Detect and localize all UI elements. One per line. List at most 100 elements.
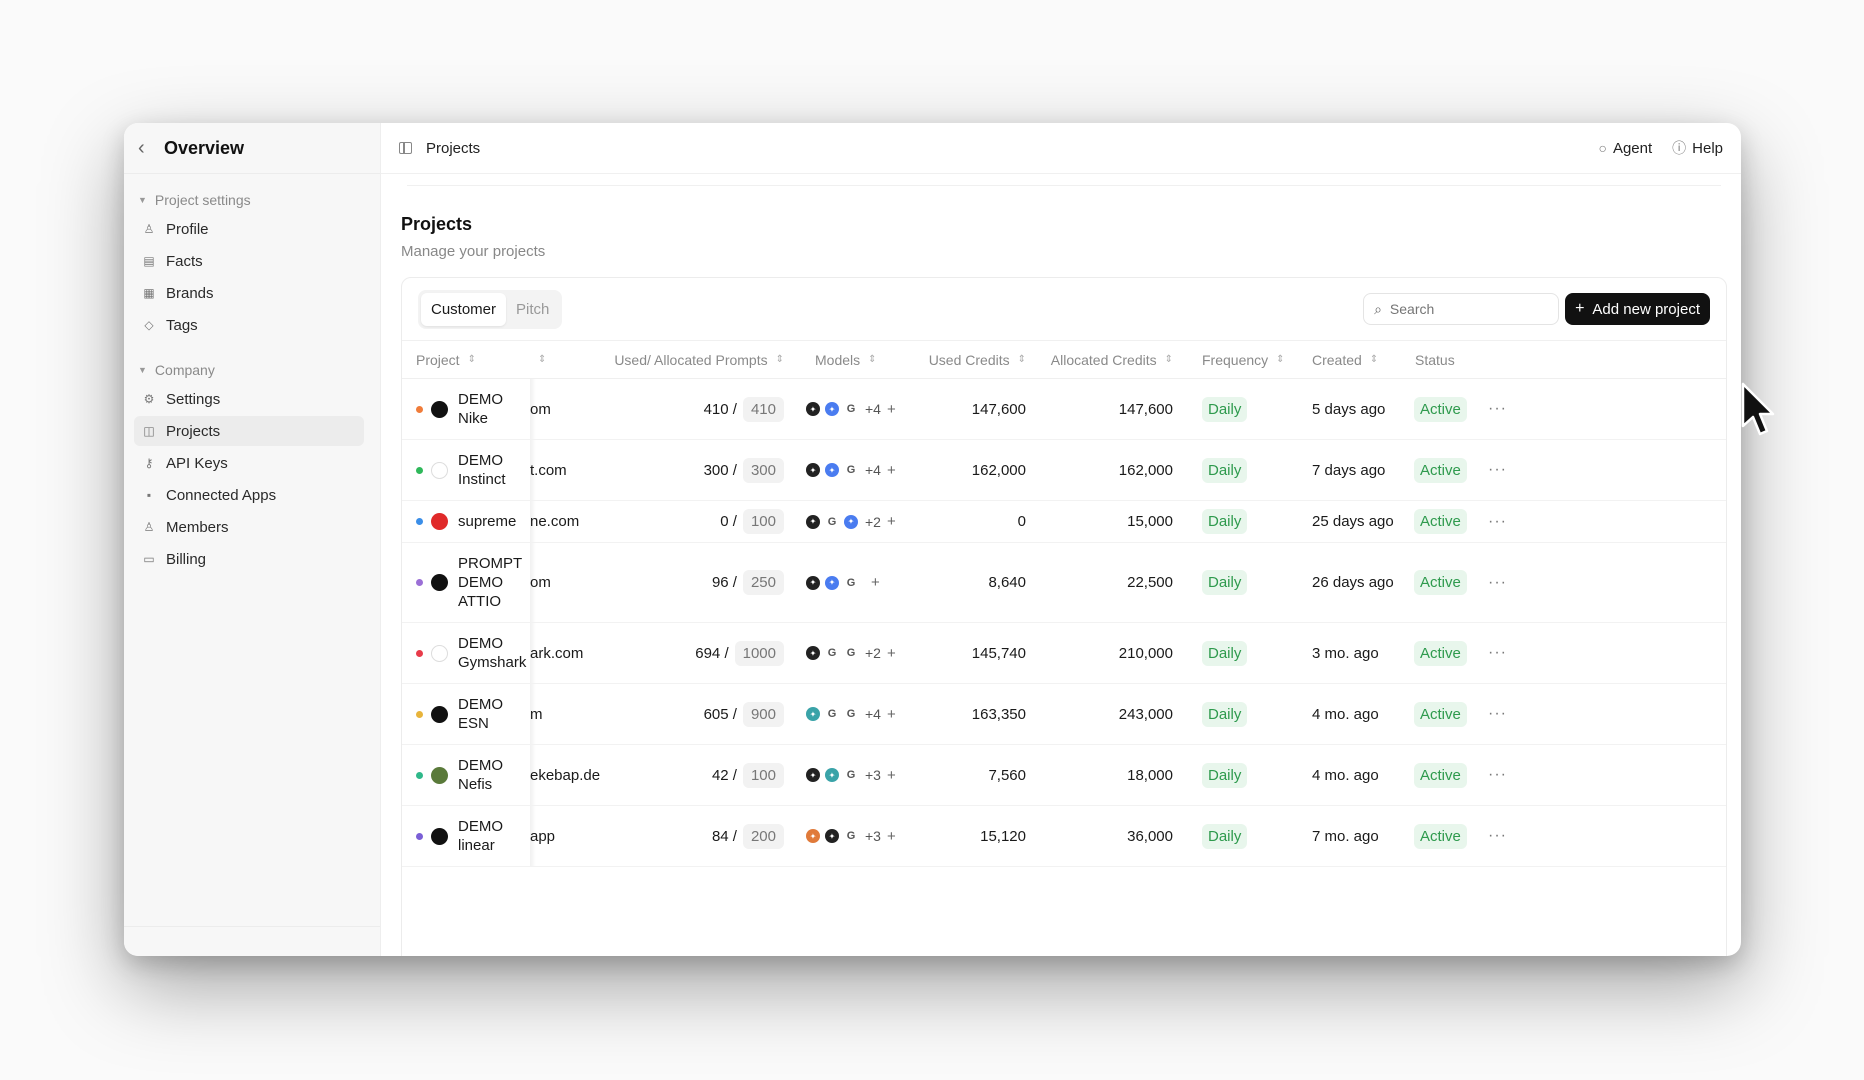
add-model-icon[interactable]: + [887, 462, 896, 479]
status-cell: Active [1414, 440, 1467, 500]
sidebar-item-members[interactable]: ♙ Members [134, 512, 364, 542]
project-cell[interactable]: DEMO Nike [416, 379, 526, 439]
models-cell[interactable]: ✦ ✦ G +3 + [806, 806, 916, 866]
more-actions-icon[interactable]: ··· [1488, 684, 1507, 744]
models-more-count: +4 [865, 462, 881, 478]
col-prompts[interactable]: Used/ Allocated Prompts ⇕ [614, 352, 784, 368]
sidebar-item-connected-apps[interactable]: ▪ Connected Apps [134, 480, 364, 510]
table-row[interactable]: DEMO Gymshark ark.com 694 / 1000 ✦ G G +2 … [402, 623, 1726, 684]
models-more-count: +3 [865, 828, 881, 844]
search-box[interactable]: ⌕ [1363, 293, 1560, 325]
chevron-left-icon[interactable]: ‹ [138, 137, 160, 160]
col-allocated-credits[interactable]: Allocated Credits ⇕ [1051, 352, 1173, 368]
allocated-prompts-input[interactable]: 300 [742, 457, 784, 483]
project-cell[interactable]: DEMO Gymshark [416, 623, 526, 683]
table-row[interactable]: PROMPT DEMO ATTIO om 96 / 250 ✦ ✦ G + 8,64… [402, 543, 1726, 623]
col-project[interactable]: Project ⇕ [416, 352, 476, 368]
col-created[interactable]: Created ⇕ [1312, 352, 1378, 368]
sidebar-item-projects[interactable]: ◫ Projects [134, 416, 364, 446]
more-actions-icon[interactable]: ··· [1488, 501, 1507, 542]
sidebar-group: ▼ Project settings ♙ Profile ▤ Facts ▦ Brands ◇ T… [124, 188, 380, 340]
help-button[interactable]: ⓘ Help [1672, 138, 1723, 158]
sidebar-footer[interactable] [124, 926, 380, 956]
col-status[interactable]: Status [1415, 352, 1455, 368]
status-badge: Active [1414, 640, 1467, 666]
sidebar-item-tags[interactable]: ◇ Tags [134, 310, 364, 340]
model-icon: ✦ [825, 768, 839, 782]
project-cell[interactable]: DEMO Instinct [416, 440, 526, 500]
models-cell[interactable]: ✦ ✦ G +4 + [806, 440, 916, 500]
allocated-prompts-input[interactable]: 100 [742, 509, 784, 534]
project-cell[interactable]: DEMO linear [416, 806, 526, 866]
frequency-badge: Daily [1202, 701, 1248, 727]
col-used-credits[interactable]: Used Credits ⇕ [929, 352, 1026, 368]
allocated-prompts-input[interactable]: 410 [742, 396, 784, 422]
page-header: Projects Manage your projects [401, 214, 545, 260]
project-name: DEMO ESN [458, 696, 503, 732]
add-model-icon[interactable]: + [887, 706, 896, 723]
project-cell[interactable]: DEMO Nefis [416, 745, 526, 805]
sidebar-item-billing[interactable]: ▭ Billing [134, 544, 364, 574]
sidebar-item-settings[interactable]: ⚙ Settings [134, 384, 364, 414]
more-actions-icon[interactable]: ··· [1488, 543, 1507, 622]
table-row[interactable]: DEMO Nike om 410 / 410 ✦ ✦ G +4 + 147,600 … [402, 379, 1726, 440]
table-row[interactable]: DEMO ESN m 605 / 900 ✦ G G +4 + 163,350 24… [402, 684, 1726, 745]
models-cell[interactable]: ✦ G G +4 + [806, 684, 916, 744]
add-model-icon[interactable]: + [887, 767, 896, 784]
more-actions-icon[interactable]: ··· [1488, 745, 1507, 805]
allocated-prompts-input[interactable]: 1000 [734, 640, 784, 666]
add-model-icon[interactable]: + [887, 828, 896, 845]
add-project-button[interactable]: + Add new project [1565, 293, 1710, 325]
sidebar-group-label[interactable]: ▼ Project settings [124, 188, 380, 212]
sidebar-item-facts[interactable]: ▤ Facts [134, 246, 364, 276]
models-cell[interactable]: ✦ G G +2 + [806, 623, 916, 683]
more-actions-icon[interactable]: ··· [1488, 440, 1507, 500]
more-actions-icon[interactable]: ··· [1488, 806, 1507, 866]
table-row[interactable]: DEMO Instinct t.com 300 / 300 ✦ ✦ G +4 + 1… [402, 440, 1726, 501]
sidebar-item-label: Projects [166, 422, 221, 440]
add-model-icon[interactable]: + [887, 401, 896, 418]
project-cell[interactable]: PROMPT DEMO ATTIO [416, 543, 526, 622]
models-cell[interactable]: ✦ G ✦ +2 + [806, 501, 916, 542]
table-row[interactable]: supreme ne.com 0 / 100 ✦ G ✦ +2 + 0 15,000… [402, 501, 1726, 543]
col-domain[interactable]: ⇕ [530, 354, 546, 365]
models-cell[interactable]: ✦ ✦ G +4 + [806, 379, 916, 439]
frequency-cell: Daily [1202, 379, 1248, 439]
table-row[interactable]: DEMO Nefis ekebap.de 42 / 100 ✦ ✦ G +3 + 7… [402, 745, 1726, 806]
search-input[interactable] [1389, 301, 1530, 317]
project-cell[interactable]: supreme [416, 501, 526, 542]
tab-pitch[interactable]: Pitch [506, 293, 559, 326]
project-logo-icon [431, 461, 448, 479]
table-row[interactable]: DEMO linear app 84 / 200 ✦ ✦ G +3 + 15,120… [402, 806, 1726, 867]
more-actions-icon[interactable]: ··· [1488, 623, 1507, 683]
sidebar-group-label[interactable]: ▼ Company [124, 358, 380, 382]
model-icon: ✦ [806, 463, 820, 477]
domain-cell: ne.com [530, 513, 580, 530]
col-frequency[interactable]: Frequency ⇕ [1202, 352, 1285, 368]
used-prompts: 96 / [711, 574, 737, 591]
more-actions-icon[interactable]: ··· [1488, 379, 1507, 439]
add-model-icon[interactable]: + [887, 513, 896, 530]
agent-button[interactable]: ○ Agent [1598, 140, 1652, 157]
add-model-icon[interactable]: + [871, 574, 880, 591]
sidebar-header[interactable]: ‹ Overview [124, 123, 380, 174]
panel-toggle-icon[interactable] [399, 142, 412, 154]
allocated-prompts-input[interactable]: 250 [742, 570, 784, 595]
allocated-prompts-input[interactable]: 200 [742, 823, 784, 849]
prompts-cell: 84 / 200 [654, 806, 784, 866]
models-cell[interactable]: ✦ ✦ G +3 + [806, 745, 916, 805]
sidebar-item-brands[interactable]: ▦ Brands [134, 278, 364, 308]
allocated-prompts-input[interactable]: 100 [742, 762, 784, 788]
models-cell[interactable]: ✦ ✦ G + [806, 543, 916, 622]
col-models[interactable]: Models ⇕ [815, 352, 877, 368]
sidebar-item-profile[interactable]: ♙ Profile [134, 214, 364, 244]
models-more-count: +4 [865, 401, 881, 417]
allocated-prompts-input[interactable]: 900 [742, 701, 784, 727]
add-model-icon[interactable]: + [887, 645, 896, 662]
table-body: DEMO Nike om 410 / 410 ✦ ✦ G +4 + 147,600 … [402, 379, 1726, 867]
tab-customer[interactable]: Customer [421, 292, 507, 326]
models-more-count: +3 [865, 767, 881, 783]
caret-down-icon: ▼ [138, 365, 147, 375]
project-cell[interactable]: DEMO ESN [416, 684, 526, 744]
sidebar-item-api-keys[interactable]: ⚷ API Keys [134, 448, 364, 478]
